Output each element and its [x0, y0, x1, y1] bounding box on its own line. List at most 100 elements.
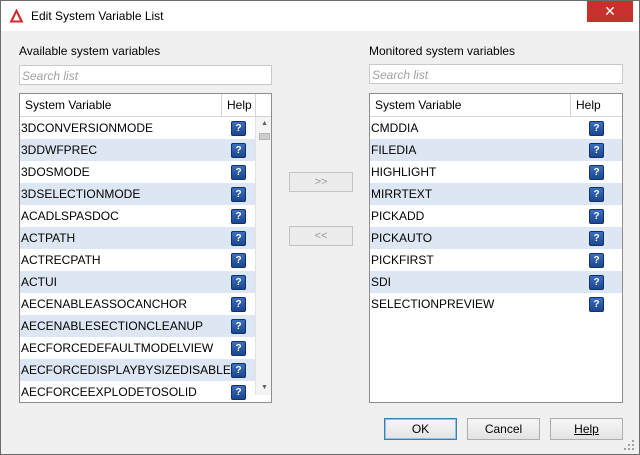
help-icon[interactable]: ?: [231, 341, 246, 356]
scroll-down-arrow-icon[interactable]: ▼: [256, 381, 271, 395]
close-icon: ✕: [604, 3, 616, 19]
help-icon[interactable]: ?: [231, 363, 246, 378]
variable-name: ACTUI: [21, 275, 57, 289]
list-item[interactable]: 3DDWFPREC?: [20, 139, 255, 161]
variable-name: PICKADD: [371, 209, 425, 223]
help-icon[interactable]: ?: [231, 143, 246, 158]
help-icon[interactable]: ?: [231, 165, 246, 180]
list-item[interactable]: AECENABLESECTIONCLEANUP?: [20, 315, 255, 337]
variable-name: HIGHLIGHT: [371, 165, 437, 179]
variable-name: ACADLSPASDOC: [21, 209, 119, 223]
help-icon[interactable]: ?: [589, 209, 604, 224]
list-item[interactable]: 3DSELECTIONMODE?: [20, 183, 255, 205]
help-icon[interactable]: ?: [589, 165, 604, 180]
available-variables-list[interactable]: System Variable Help 3DCONVERSIONMODE? 3D…: [19, 93, 272, 403]
monitored-variables-list[interactable]: System Variable Help CMDDIA? FILEDIA? HIGH…: [369, 93, 623, 403]
list-item[interactable]: HIGHLIGHT?: [370, 161, 622, 183]
help-icon[interactable]: ?: [589, 297, 604, 312]
help-icon[interactable]: ?: [231, 209, 246, 224]
variable-name: FILEDIA: [371, 143, 417, 157]
variable-name: AECFORCEEXPLODETOSOLID: [21, 385, 197, 399]
variable-name: PICKFIRST: [371, 253, 434, 267]
available-search-placeholder: Search list: [22, 69, 79, 83]
variable-name: PICKAUTO: [371, 231, 433, 245]
list-item[interactable]: 3DCONVERSIONMODE?: [20, 117, 255, 139]
help-button-label: Help: [574, 422, 599, 436]
variable-name: 3DOSMODE: [21, 165, 90, 179]
variable-name: 3DCONVERSIONMODE: [21, 121, 154, 135]
remove-from-monitored-button[interactable]: <<: [289, 226, 353, 246]
help-icon[interactable]: ?: [589, 231, 604, 246]
available-variables-label: Available system variables: [19, 44, 161, 58]
help-icon[interactable]: ?: [231, 253, 246, 268]
monitored-list-header: System Variable Help: [370, 94, 622, 117]
monitored-search-placeholder: Search list: [372, 68, 429, 82]
list-item[interactable]: AECFORCEEXPLODETOSOLID?: [20, 381, 255, 402]
list-item[interactable]: 3DOSMODE?: [20, 161, 255, 183]
list-item[interactable]: CMDDIA?: [370, 117, 622, 139]
help-icon[interactable]: ?: [589, 253, 604, 268]
help-icon[interactable]: ?: [231, 275, 246, 290]
column-header-system-variable[interactable]: System Variable: [20, 94, 222, 116]
column-divider[interactable]: [255, 94, 256, 116]
resize-grip-icon[interactable]: [623, 439, 635, 451]
help-icon[interactable]: ?: [589, 187, 604, 202]
list-item[interactable]: ACTPATH?: [20, 227, 255, 249]
window-title: Edit System Variable List: [31, 9, 164, 23]
available-list-header: System Variable Help: [20, 94, 271, 117]
help-icon[interactable]: ?: [589, 275, 604, 290]
monitored-variables-label: Monitored system variables: [369, 44, 516, 58]
help-icon[interactable]: ?: [231, 385, 246, 400]
variable-name: ACTRECPATH: [21, 253, 101, 267]
list-item[interactable]: MIRRTEXT?: [370, 183, 622, 205]
variable-name: MIRRTEXT: [371, 187, 433, 201]
list-item[interactable]: ACTRECPATH?: [20, 249, 255, 271]
title-bar[interactable]: Edit System Variable List ✕: [1, 1, 639, 31]
help-icon[interactable]: ?: [589, 121, 604, 136]
cancel-button[interactable]: Cancel: [467, 418, 540, 440]
list-item[interactable]: FILEDIA?: [370, 139, 622, 161]
variable-name: AECFORCEDISPLAYBYSIZEDISABLED: [21, 363, 240, 377]
help-icon[interactable]: ?: [231, 231, 246, 246]
dialog-window: Edit System Variable List ✕ Available sy…: [0, 0, 640, 455]
variable-name: AECENABLEASSOCANCHOR: [21, 297, 188, 311]
ok-button[interactable]: OK: [384, 418, 457, 440]
autocad-logo-icon: [9, 8, 24, 23]
list-item[interactable]: PICKFIRST?: [370, 249, 622, 271]
scroll-up-arrow-icon[interactable]: ▲: [256, 117, 271, 131]
column-header-system-variable[interactable]: System Variable: [370, 94, 571, 116]
close-button[interactable]: ✕: [587, 1, 633, 22]
variable-name: CMDDIA: [371, 121, 419, 135]
list-item[interactable]: ACTUI?: [20, 271, 255, 293]
help-icon[interactable]: ?: [231, 297, 246, 312]
variable-name: 3DSELECTIONMODE: [21, 187, 141, 201]
list-item[interactable]: SELECTIONPREVIEW?: [370, 293, 622, 315]
help-button[interactable]: Help: [550, 418, 623, 440]
variable-name: AECFORCEDEFAULTMODELVIEW: [21, 341, 214, 355]
scroll-thumb[interactable]: [259, 133, 270, 140]
variable-name: AECENABLESECTIONCLEANUP: [21, 319, 204, 333]
list-item[interactable]: PICKADD?: [370, 205, 622, 227]
variable-name: ACTPATH: [21, 231, 76, 245]
help-icon[interactable]: ?: [589, 143, 604, 158]
list-item[interactable]: SDI?: [370, 271, 622, 293]
variable-name: SELECTIONPREVIEW: [371, 297, 495, 311]
list-item[interactable]: AECFORCEDISPLAYBYSIZEDISABLED?: [20, 359, 255, 381]
available-scrollbar[interactable]: ▲ ▼: [255, 117, 271, 395]
help-icon[interactable]: ?: [231, 121, 246, 136]
monitored-rows: CMDDIA? FILEDIA? HIGHLIGHT? MIRRTEXT? PICKAD…: [370, 117, 622, 315]
help-icon[interactable]: ?: [231, 319, 246, 334]
column-header-help[interactable]: Help: [571, 94, 621, 116]
available-search-input[interactable]: Search list: [19, 65, 272, 85]
available-rows: 3DCONVERSIONMODE? 3DDWFPREC? 3DOSMODE? 3DSE…: [20, 117, 255, 402]
list-item[interactable]: ACADLSPASDOC?: [20, 205, 255, 227]
help-icon[interactable]: ?: [231, 187, 246, 202]
variable-name: 3DDWFPREC: [21, 143, 98, 157]
column-header-help[interactable]: Help: [222, 94, 256, 116]
monitored-search-input[interactable]: Search list: [369, 64, 623, 84]
list-item[interactable]: AECENABLEASSOCANCHOR?: [20, 293, 255, 315]
list-item[interactable]: AECFORCEDEFAULTMODELVIEW?: [20, 337, 255, 359]
add-to-monitored-button[interactable]: >>: [289, 172, 353, 192]
variable-name: SDI: [371, 275, 392, 289]
list-item[interactable]: PICKAUTO?: [370, 227, 622, 249]
